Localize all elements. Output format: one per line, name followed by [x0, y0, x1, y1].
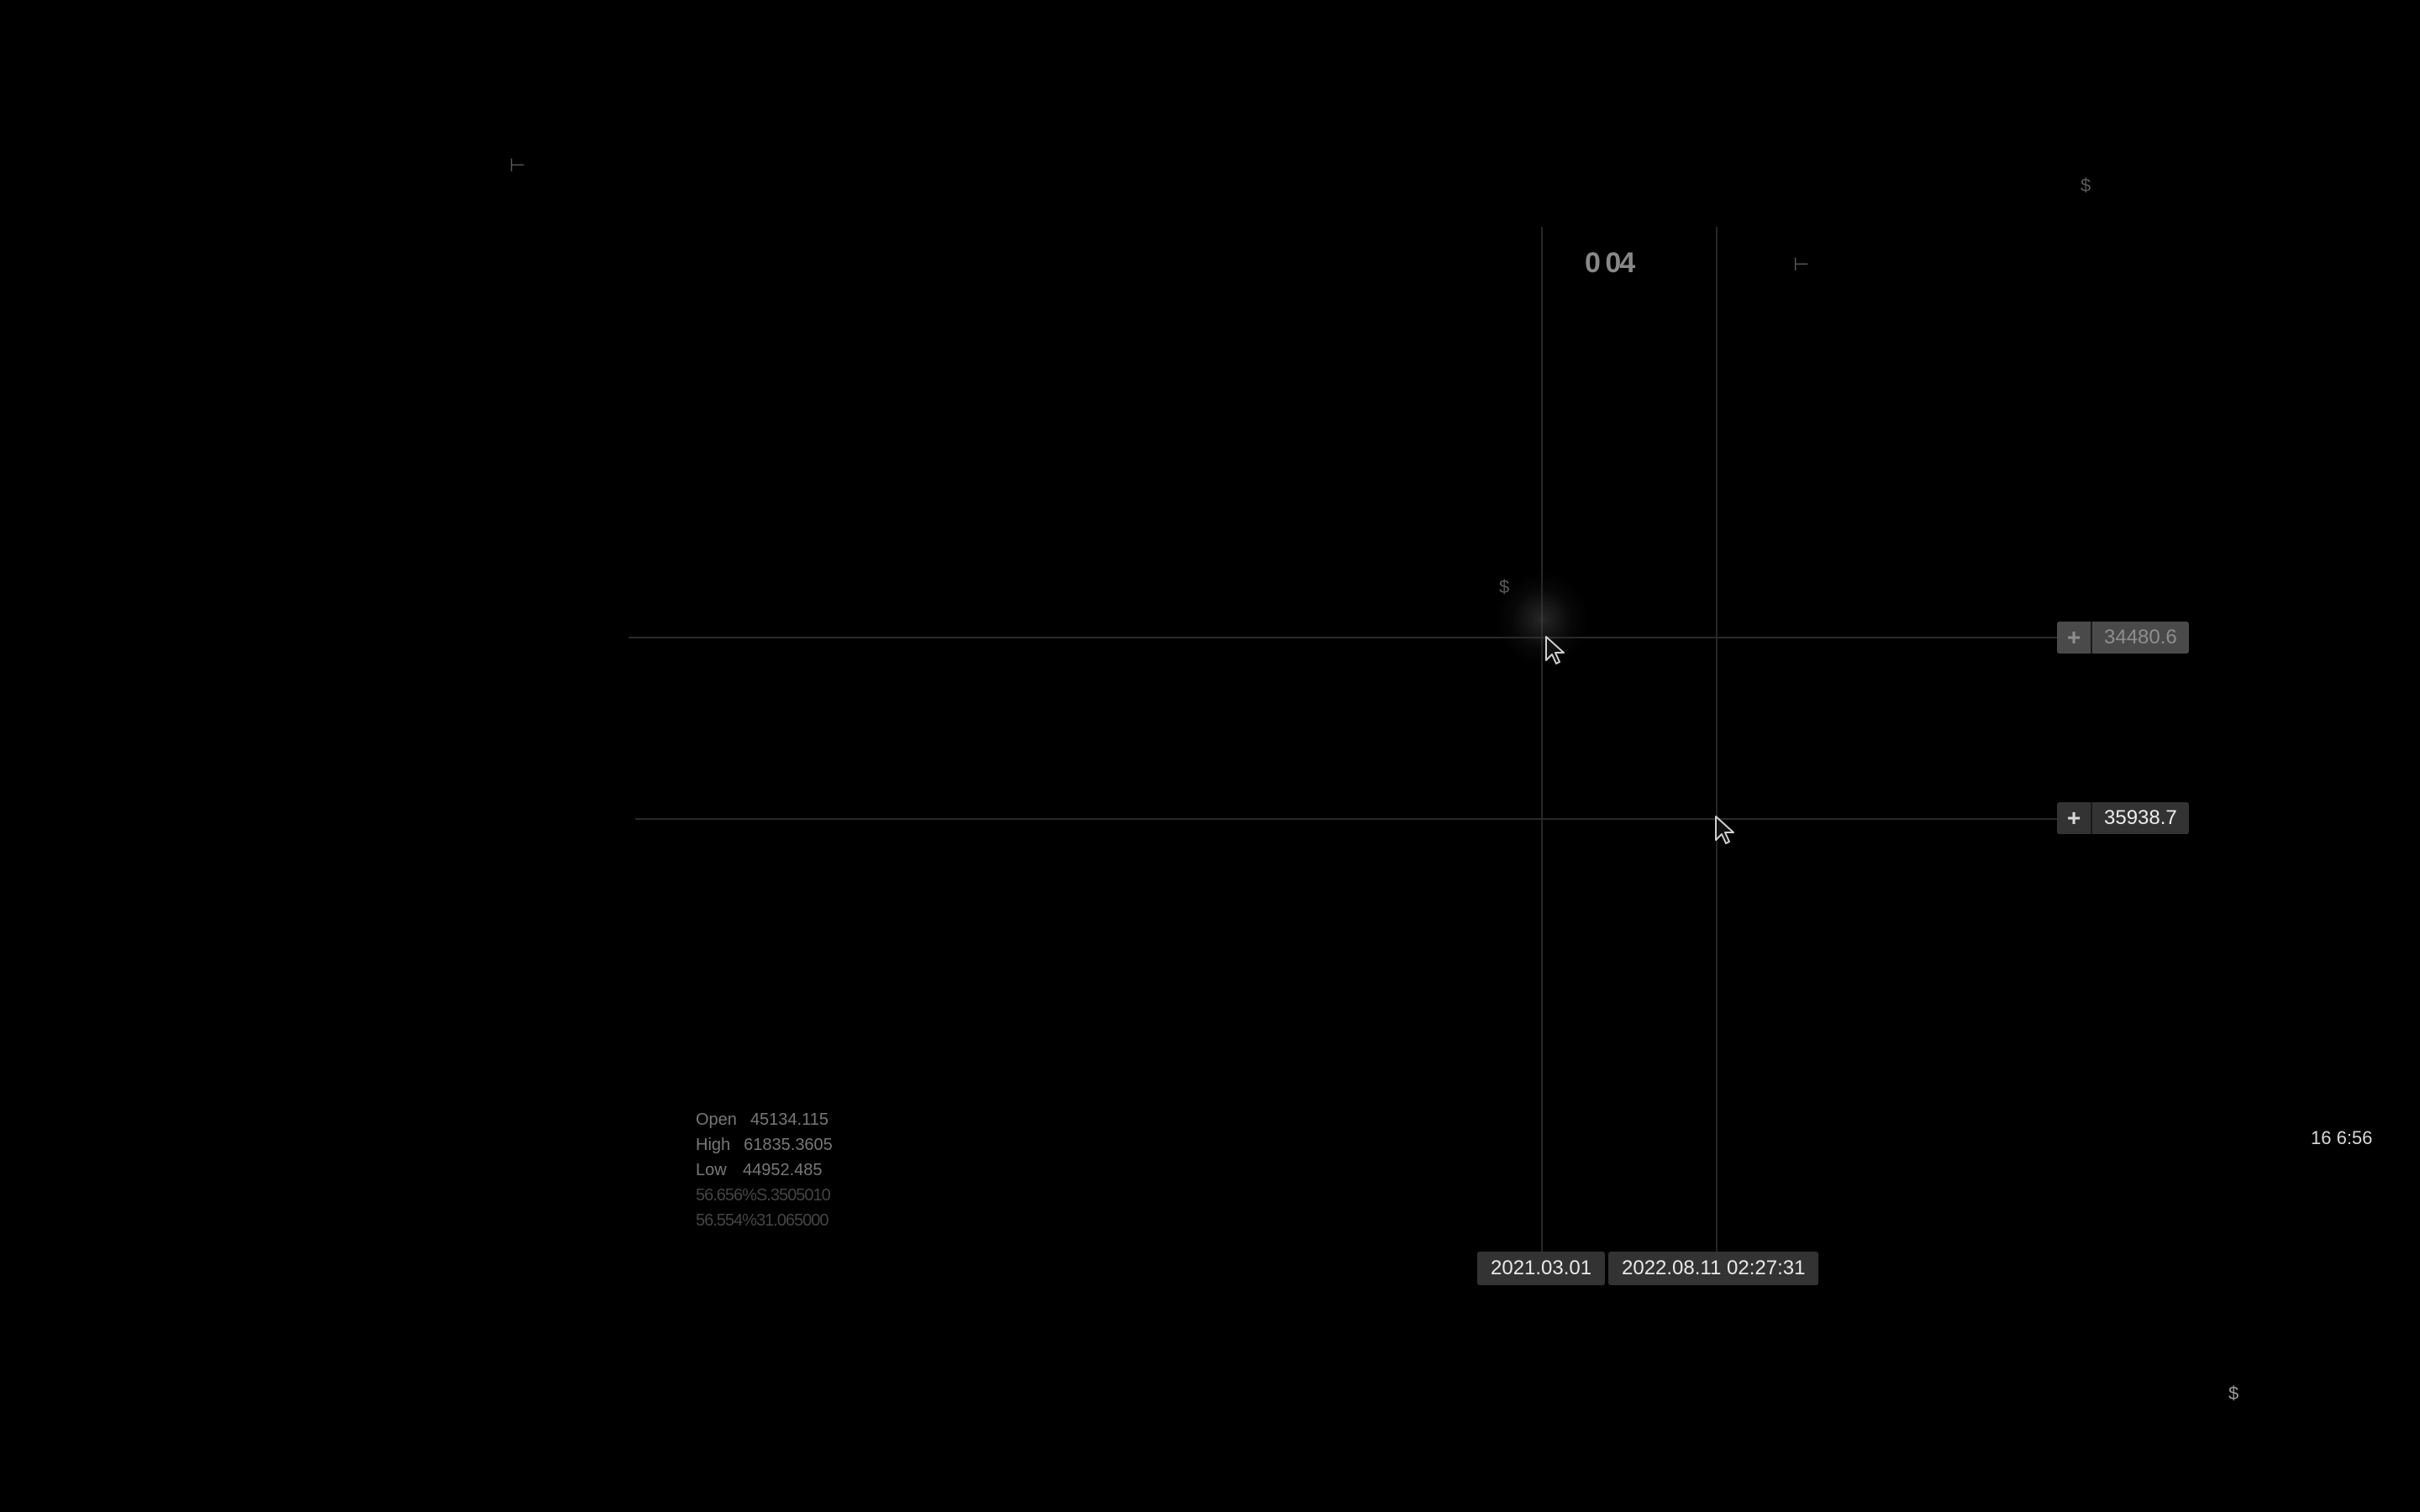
cursor-arrow-icon: [1545, 636, 1565, 664]
crosshair-horizontal-primary: [629, 637, 2057, 638]
pin-icon: ⊢: [1793, 254, 1810, 275]
dollar-icon: $: [2081, 175, 2091, 196]
ohlc-low-row: Low 44952.485: [696, 1158, 833, 1183]
add-price-button[interactable]: +: [2057, 802, 2091, 834]
price-label-secondary[interactable]: + 35938.7: [2057, 802, 2189, 834]
crosshair-vertical-secondary: [1716, 227, 1718, 1263]
ohlc-high-value: 61835.3605: [744, 1136, 833, 1154]
dollar-icon: $: [1499, 576, 1510, 597]
ohlc-change-garbled: 56.554%31.065000: [696, 1211, 829, 1230]
chart-canvas[interactable]: ⊢ $ $ 0 04 ⊢ $ + 34480.6 + 35938.7 2021.…: [0, 0, 2420, 1512]
time-label-secondary: 2022.08.11 02:27:31: [1608, 1252, 1819, 1285]
ohlc-open-label: Open: [696, 1110, 737, 1129]
ohlc-low-label: Low: [696, 1161, 727, 1179]
ohlc-close-garbled: 56.656%S.3505010: [696, 1186, 831, 1205]
ohlc-close-row: 56.656%S.3505010: [696, 1183, 833, 1208]
ohlc-high-row: High 61835.3605: [696, 1132, 833, 1158]
crosshair-horizontal-secondary: [635, 818, 2057, 820]
top-center-ghost-text: 0 04: [1585, 247, 1635, 279]
cursor-glow: [1496, 573, 1588, 665]
ohlc-low-value: 44952.485: [743, 1161, 823, 1179]
ohlc-high-label: High: [696, 1136, 731, 1154]
corner-readout: 16 6:56: [2311, 1127, 2373, 1148]
ohlc-change-row: 56.554%31.065000: [696, 1208, 833, 1233]
cursor-arrow-icon: [1715, 816, 1734, 844]
time-label-primary: 2021.03.01: [1477, 1252, 1606, 1285]
ohlc-open-row: Open 45134.115: [696, 1107, 833, 1132]
price-label-primary[interactable]: + 34480.6: [2057, 622, 2189, 654]
ohlc-open-value: 45134.115: [750, 1110, 829, 1129]
price-value-secondary: 35938.7: [2091, 802, 2189, 834]
pin-icon: ⊢: [509, 155, 526, 176]
ohlc-readout: Open 45134.115 High 61835.3605 Low 44952…: [696, 1107, 833, 1233]
price-value-primary: 34480.6: [2091, 622, 2189, 654]
add-price-button[interactable]: +: [2057, 622, 2091, 654]
dollar-icon: $: [2228, 1383, 2239, 1404]
crosshair-vertical-primary: [1541, 227, 1543, 1263]
